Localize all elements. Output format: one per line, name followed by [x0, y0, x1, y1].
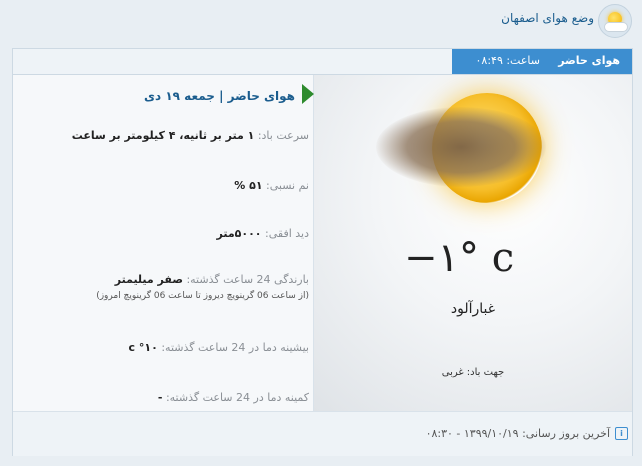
cloud-shape [604, 22, 628, 32]
tab-label: هوای حاضر [558, 54, 620, 67]
row-label: نم نسبی: [266, 179, 309, 192]
tab-current-weather[interactable]: هوای حاضر ساعت: ۰۸:۴۹ [452, 49, 632, 74]
precipitation-row: بارندگی 24 ساعت گذشته: صفر میلیمتر (از س… [96, 273, 309, 301]
row-note: (از ساعت 06 گرینویچ دیروز تا ساعت 06 گری… [96, 291, 309, 301]
row-value: - [157, 391, 163, 404]
visibility-row: دید افقی: ۵۰۰۰متر [217, 227, 310, 240]
row-value: ۵۰۰۰متر [216, 227, 262, 240]
row-value: ۱ متر بر ثانیه، ۴ کیلومتر بر ساعت [71, 129, 255, 142]
details-header: هوای حاضر | جمعه ۱۹ دی [13, 83, 314, 109]
row-value: صفر میلیمتر [114, 273, 183, 286]
weather-panel: هوای حاضر ساعت: ۰۸:۴۹ −۱° c غبارآلود جهت… [12, 48, 633, 456]
row-label: بیشینه دما در 24 ساعت گذشته: [161, 341, 309, 354]
row-value: ۱۰° c [128, 341, 158, 354]
details-title: هوای حاضر | جمعه ۱۹ دی [143, 89, 295, 103]
info-icon: i [615, 427, 628, 440]
green-arrow-icon [302, 84, 314, 104]
site-title[interactable]: وضع هوای اصفهان [501, 11, 594, 25]
row-label: سرعت باد: [257, 129, 309, 142]
footer: i آخرین بروز رسانی: ۱۳۹۹/۱۰/۱۹ - ۰۸:۳۰ [13, 411, 632, 456]
row-value: ۵۱ % [234, 179, 263, 192]
dust-haze-icon [376, 107, 546, 187]
min-temp-row: کمینه دما در 24 ساعت گذشته: - [158, 391, 309, 404]
wind-speed-row: سرعت باد: ۱ متر بر ثانیه، ۴ کیلومتر بر س… [72, 129, 309, 142]
row-label: کمینه دما در 24 ساعت گذشته: [165, 391, 309, 404]
weather-condition: غبارآلود [450, 301, 496, 317]
row-label: دید افقی: [265, 227, 309, 240]
sun-cloud-icon[interactable] [598, 4, 632, 38]
current-temperature: −۱° c [404, 235, 515, 281]
tab-bar: هوای حاضر ساعت: ۰۸:۴۹ [13, 49, 632, 75]
details-column: هوای حاضر | جمعه ۱۹ دی سرعت باد: ۱ متر ب… [13, 75, 314, 411]
last-update-text: آخرین بروز رسانی: ۱۳۹۹/۱۰/۱۹ - ۰۸:۳۰ [425, 427, 610, 440]
tab-time: ساعت: ۰۸:۴۹ [475, 54, 540, 67]
wind-direction: جهت باد: غربی [441, 367, 505, 378]
max-temp-row: بیشینه دما در 24 ساعت گذشته: ۱۰° c [129, 341, 309, 354]
weather-visual: −۱° c غبارآلود جهت باد: غربی [314, 75, 632, 411]
top-header: وضع هوای اصفهان [0, 0, 642, 40]
humidity-row: نم نسبی: ۵۱ % [234, 179, 309, 192]
row-label: بارندگی 24 ساعت گذشته: [186, 273, 309, 286]
